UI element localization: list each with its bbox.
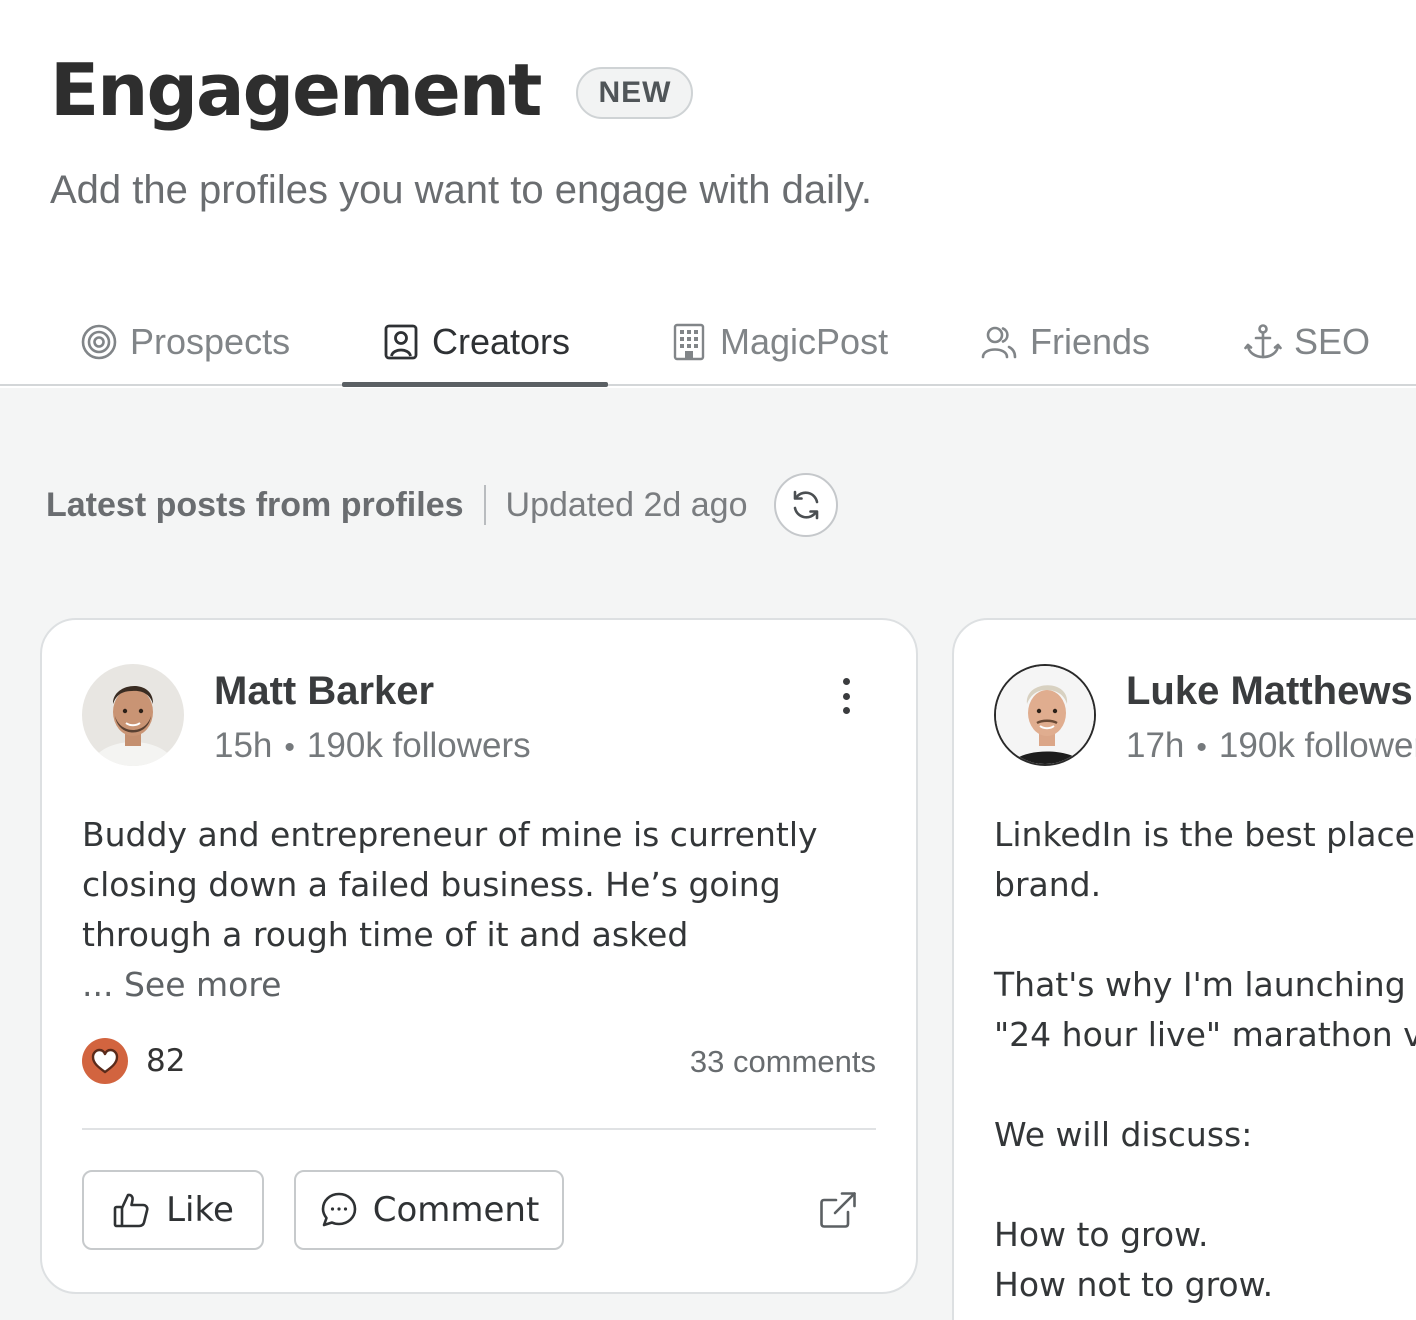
building-icon <box>673 323 705 361</box>
post-line: "24 hour live" marathon v2 <box>994 1015 1416 1054</box>
author-meta: 15h • 190k followers <box>214 724 531 770</box>
contact-card-icon <box>384 324 418 360</box>
tab-seo[interactable]: SEO <box>1244 316 1370 368</box>
tab-label: Friends <box>1030 321 1151 362</box>
post-line: We will discuss: <box>994 1115 1253 1154</box>
follower-count: 190k followers <box>1218 726 1416 765</box>
post-line: How not to grow. <box>994 1265 1274 1304</box>
tab-magicpost[interactable]: MagicPost <box>670 316 888 368</box>
dot-icon <box>842 692 850 700</box>
separator: • <box>1196 731 1207 764</box>
author-name[interactable]: Luke Matthews <box>1126 666 1413 716</box>
title-row: Engagement NEW <box>50 48 694 132</box>
like-button[interactable]: Like <box>82 1170 264 1250</box>
heart-icon <box>82 1038 128 1084</box>
tab-bar: Prospects Creators MagicPost Friends SEO <box>0 300 1416 387</box>
status-row: Latest posts from profiles Updated 2d ag… <box>46 472 838 538</box>
page-header: Engagement NEW Add the profiles you want… <box>0 0 1416 387</box>
divider <box>483 485 486 525</box>
post-time: 17h <box>1126 726 1185 765</box>
more-options-button[interactable] <box>826 674 866 718</box>
post-line <box>994 1160 1416 1210</box>
active-tab-indicator <box>342 382 608 387</box>
tab-label: MagicPost <box>720 321 889 362</box>
page-title: Engagement <box>50 48 542 132</box>
tab-friends[interactable]: Friends <box>980 316 1150 368</box>
comment-label: Comment <box>372 1190 540 1230</box>
comments-count[interactable]: 33 comments <box>690 1044 876 1080</box>
external-link-icon[interactable] <box>818 1190 858 1230</box>
post-text: Buddy and entrepreneur of mine is curren… <box>82 815 818 954</box>
refresh-icon <box>793 490 818 520</box>
updated-text: Updated 2d ago <box>505 485 748 524</box>
post-line <box>994 910 1416 960</box>
divider <box>82 1128 876 1130</box>
anchor-icon <box>1244 324 1282 359</box>
avatar[interactable] <box>82 664 184 766</box>
new-badge: NEW <box>576 67 694 119</box>
post-line <box>994 1060 1416 1110</box>
tab-prospects[interactable]: Prospects <box>80 316 290 368</box>
post-card: Luke Matthews 17h • 190k followers LinkedI… <box>952 618 1416 1320</box>
content-area: Latest posts from profiles Updated 2d ag… <box>0 388 1416 1320</box>
like-label: Like <box>166 1190 234 1230</box>
like-count: 82 <box>146 1043 186 1079</box>
users-icon <box>981 326 1017 359</box>
post-line: brand. <box>994 865 1102 904</box>
post-time: 15h <box>214 726 273 765</box>
author-meta: 17h • 190k followers <box>1126 724 1416 770</box>
see-more-link[interactable]: ... See more <box>82 965 281 1004</box>
target-icon <box>81 324 117 360</box>
post-body: LinkedIn is the best place t brand. That… <box>994 810 1416 1310</box>
avatar-image <box>996 666 1094 764</box>
author-name[interactable]: Matt Barker <box>214 666 434 716</box>
post-line: That's why I'm launching a <box>994 965 1416 1004</box>
avatar[interactable] <box>994 664 1096 766</box>
avatar-image <box>82 664 184 766</box>
section-title: Latest posts from profiles <box>46 485 464 524</box>
reactions: 82 <box>82 1038 185 1084</box>
tab-label: Creators <box>432 321 571 362</box>
comment-button[interactable]: Comment <box>294 1170 564 1250</box>
post-line: How to grow. <box>994 1215 1209 1254</box>
dot-icon <box>842 707 850 714</box>
post-card: Matt Barker 15h • 190k followers Buddy and… <box>40 618 918 1294</box>
tab-label: SEO <box>1294 321 1371 362</box>
post-line: LinkedIn is the best place t <box>994 815 1416 854</box>
page-subtitle: Add the profiles you want to engage with… <box>50 168 872 212</box>
post-body: Buddy and entrepreneur of mine is curren… <box>82 810 882 1010</box>
tab-label: Prospects <box>130 321 291 362</box>
tab-creators[interactable]: Creators <box>382 316 570 368</box>
refresh-button[interactable] <box>773 473 838 537</box>
thumbs-up-icon <box>113 1193 149 1228</box>
dot-icon <box>842 678 850 685</box>
separator: • <box>284 731 295 764</box>
follower-count: 190k followers <box>306 726 531 765</box>
comment-icon <box>321 1192 357 1227</box>
